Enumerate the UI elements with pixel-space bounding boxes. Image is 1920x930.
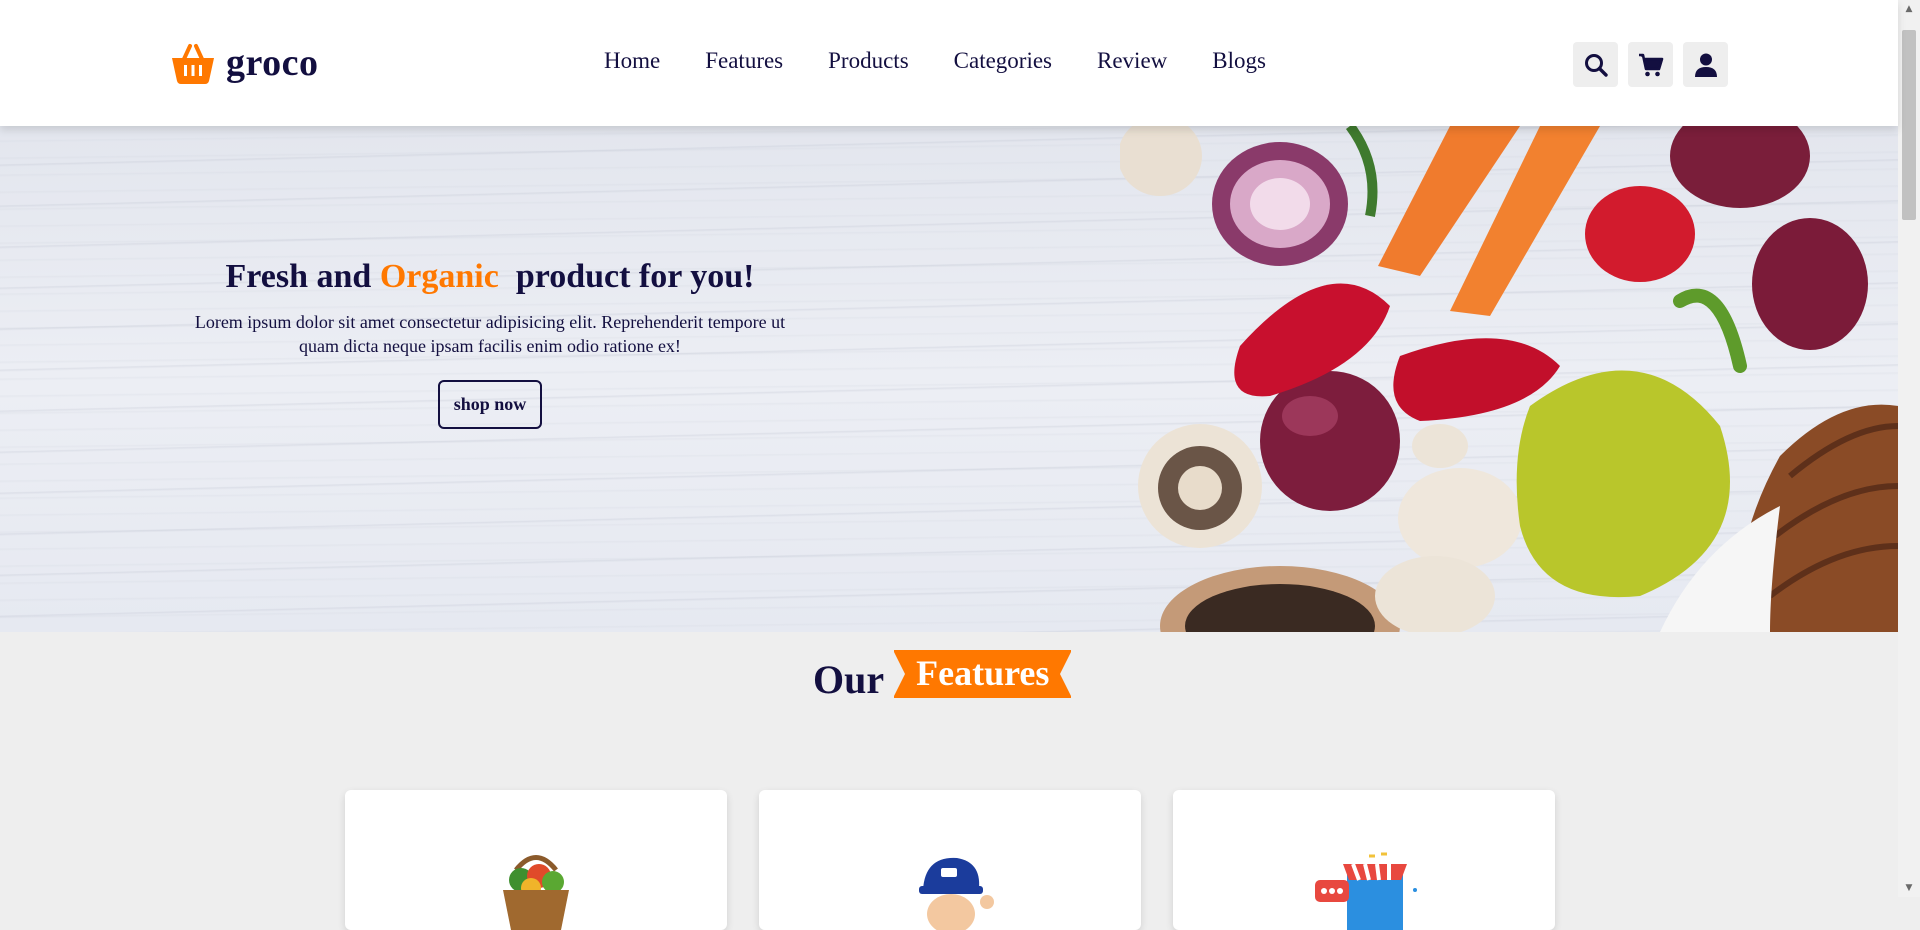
- logo[interactable]: groco: [170, 38, 319, 88]
- search-button[interactable]: [1573, 42, 1618, 87]
- hero-description: Lorem ipsum dolor sit amet consectetur a…: [194, 312, 786, 356]
- nav-categories[interactable]: Categories: [954, 48, 1052, 74]
- nav-products[interactable]: Products: [828, 48, 909, 74]
- page-scrollbar[interactable]: ▲ ▼: [1898, 0, 1920, 897]
- cart-icon: [1638, 53, 1663, 76]
- feature-card: [759, 790, 1141, 930]
- nav-features[interactable]: Features: [705, 48, 783, 74]
- vegetables-image: [1120, 126, 1898, 632]
- hero-content: Fresh and Organic product for you! Lorem…: [190, 258, 790, 429]
- delivery-man-icon: [919, 857, 994, 930]
- hero-title-accent: Organic: [379, 258, 499, 295]
- hero-title-part1: Fresh and: [225, 258, 372, 295]
- site-header: groco Home Features Products Categories …: [0, 0, 1898, 126]
- scroll-down-arrow-icon[interactable]: ▼: [1904, 883, 1914, 893]
- features-heading-tag: Features: [893, 650, 1073, 698]
- brand-name: groco: [226, 42, 319, 84]
- search-icon: [1584, 53, 1608, 77]
- nav-home[interactable]: Home: [604, 48, 660, 74]
- user-icon: [1694, 53, 1717, 77]
- features-heading: Our Features: [813, 650, 1073, 704]
- scroll-up-arrow-icon[interactable]: ▲: [1904, 4, 1914, 14]
- vegetable-basket-icon: [503, 855, 569, 930]
- nav-blogs[interactable]: Blogs: [1212, 48, 1266, 74]
- hero-banner: Fresh and Organic product for you! Lorem…: [0, 126, 1898, 632]
- hero-title-part2: product for you!: [515, 258, 755, 295]
- feature-card: [1173, 790, 1555, 930]
- nav-review[interactable]: Review: [1097, 48, 1167, 74]
- features-heading-word: Our: [813, 657, 885, 702]
- main-nav: Home Features Products Categories Review…: [604, 48, 1266, 74]
- shop-now-button[interactable]: shop now: [437, 380, 543, 429]
- hero-title: Fresh and Organic product for you!: [190, 258, 790, 296]
- features-cards: [345, 790, 1555, 930]
- user-button[interactable]: [1683, 42, 1728, 87]
- basket-icon: [172, 44, 214, 84]
- online-store-icon: [1315, 852, 1417, 930]
- cart-button[interactable]: [1628, 42, 1673, 87]
- header-actions: [1573, 42, 1728, 87]
- scroll-thumb[interactable]: [1902, 30, 1916, 220]
- feature-card: [345, 790, 727, 930]
